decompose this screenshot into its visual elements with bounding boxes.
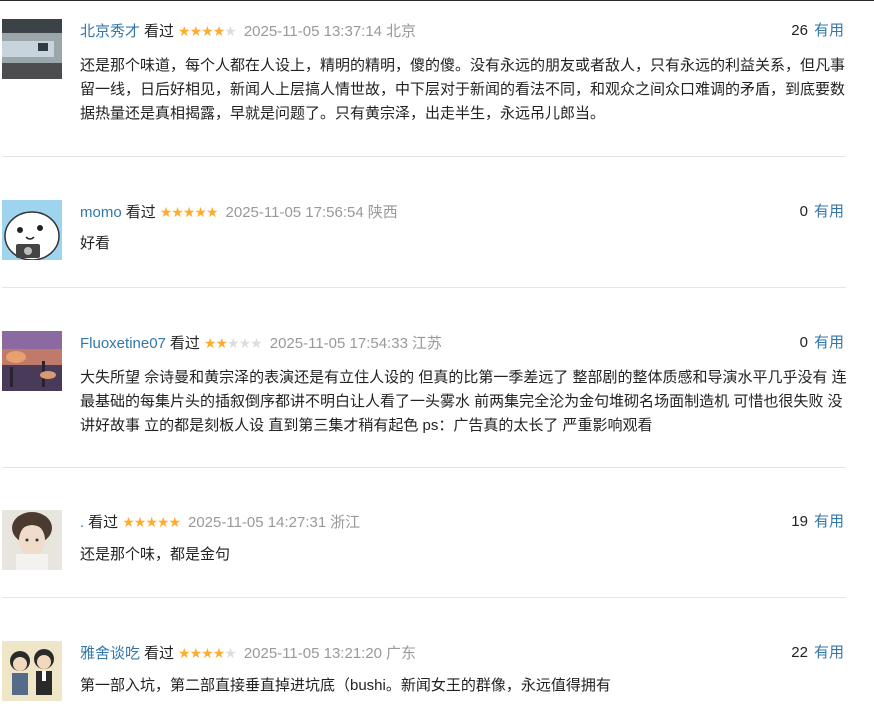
comment-time: 2025-11-05 17:56:54 bbox=[225, 204, 364, 221]
star-icon: ★ bbox=[224, 23, 237, 39]
username-link[interactable]: 雅舍谈吃 bbox=[80, 645, 140, 662]
comment-location: 江苏 bbox=[411, 335, 442, 352]
watched-status: 看过 bbox=[125, 204, 156, 221]
star-icon: ★ bbox=[178, 23, 191, 39]
star-icon: ★ bbox=[171, 204, 184, 220]
vote-area: 22 有用 bbox=[791, 642, 844, 664]
comment-text: 好看 bbox=[80, 235, 111, 252]
comment-info: 雅舍谈吃 看过 ★★★★★ 2025-11-05 13:21:20 广东 bbox=[80, 642, 416, 664]
rating-stars: ★★★★★ bbox=[203, 332, 263, 354]
useful-button[interactable]: 有用 bbox=[814, 644, 844, 661]
star-icon: ★ bbox=[224, 645, 237, 661]
comment-info: 北京秀才 看过 ★★★★★ 2025-11-05 13:37:14 北京 bbox=[80, 20, 416, 42]
star-icon: ★ bbox=[203, 335, 217, 351]
star-icon: ★ bbox=[189, 23, 203, 39]
username-link[interactable]: momo bbox=[80, 204, 122, 221]
star-icon: ★ bbox=[194, 204, 207, 220]
comment-text: 第一部入坑，第二部直接垂直掉进坑底（bushi。新闻女王的群像，永远值得拥有 bbox=[80, 677, 611, 694]
comment-time: 2025-11-05 17:54:33 bbox=[269, 335, 408, 352]
comment-text: 大失所望 佘诗曼和黄宗泽的表演还是有立住人设的 但真的比第一季差远了 整部剧的整… bbox=[80, 369, 847, 434]
watched-status: 看过 bbox=[144, 23, 175, 40]
comment-item: 北京秀才 看过 ★★★★★ 2025-11-05 13:37:14 北京 26 有用 还是… bbox=[0, 19, 846, 139]
star-icon: ★ bbox=[178, 645, 191, 661]
comment-item: 雅舍谈吃 看过 ★★★★★ 2025-11-05 13:21:20 广东 22 有用 第一… bbox=[0, 641, 846, 719]
rating-stars: ★★★★★ bbox=[178, 642, 237, 664]
divider bbox=[2, 597, 846, 598]
watched-status: 看过 bbox=[169, 335, 200, 352]
star-icon: ★ bbox=[215, 335, 228, 351]
star-icon: ★ bbox=[201, 23, 214, 39]
vote-count: 26 bbox=[791, 22, 808, 39]
watched-status: 看过 bbox=[88, 514, 119, 531]
comment-time: 2025-11-05 14:27:31 bbox=[188, 514, 327, 531]
vote-area: 0 有用 bbox=[800, 332, 844, 354]
vote-count: 22 bbox=[791, 644, 808, 661]
star-icon: ★ bbox=[205, 204, 219, 220]
rating-stars: ★★★★★ bbox=[159, 201, 219, 223]
star-icon: ★ bbox=[227, 335, 240, 351]
useful-button[interactable]: 有用 bbox=[814, 22, 844, 39]
star-icon: ★ bbox=[159, 204, 173, 220]
comment-info: . 看过 ★★★★★ 2025-11-05 14:27:31 浙江 bbox=[80, 511, 360, 533]
star-icon: ★ bbox=[156, 514, 170, 530]
comment-location: 北京 bbox=[386, 23, 417, 40]
star-icon: ★ bbox=[182, 204, 196, 220]
avatar[interactable] bbox=[2, 200, 62, 260]
comment-info: momo 看过 ★★★★★ 2025-11-05 17:56:54 陕西 bbox=[80, 201, 398, 223]
comment-text: 还是那个味道，每个人都在人设上，精明的精明，傻的傻。没有永远的朋友或者敌人，只有… bbox=[80, 57, 846, 122]
useful-button[interactable]: 有用 bbox=[814, 334, 844, 351]
vote-count: 19 bbox=[791, 513, 808, 530]
comment-text: 还是那个味，都是金句 bbox=[80, 546, 231, 563]
comment-item: . 看过 ★★★★★ 2025-11-05 14:27:31 浙江 19 有用 还是那个味… bbox=[0, 510, 846, 590]
star-icon: ★ bbox=[189, 645, 203, 661]
star-icon: ★ bbox=[212, 23, 226, 39]
comment-time: 2025-11-05 13:21:20 bbox=[243, 645, 383, 662]
comment-item: momo 看过 ★★★★★ 2025-11-05 17:56:54 陕西 0 有用 好看 bbox=[0, 200, 846, 280]
vote-area: 0 有用 bbox=[800, 201, 844, 223]
vote-count: 0 bbox=[799, 203, 808, 220]
vote-count: 0 bbox=[799, 334, 808, 351]
username-link[interactable]: 北京秀才 bbox=[80, 23, 140, 40]
rating-stars: ★★★★★ bbox=[122, 511, 181, 533]
star-icon: ★ bbox=[201, 645, 214, 661]
avatar[interactable] bbox=[2, 19, 62, 79]
divider bbox=[2, 156, 846, 157]
star-icon: ★ bbox=[122, 514, 135, 530]
comment-location: 陕西 bbox=[367, 204, 398, 221]
avatar[interactable] bbox=[2, 641, 62, 701]
vote-area: 26 有用 bbox=[791, 20, 844, 42]
watched-status: 看过 bbox=[144, 645, 175, 662]
divider bbox=[2, 287, 846, 288]
divider bbox=[2, 467, 846, 468]
star-icon: ★ bbox=[168, 514, 181, 530]
username-link[interactable]: . bbox=[80, 514, 84, 531]
star-icon: ★ bbox=[212, 645, 226, 661]
avatar[interactable] bbox=[2, 510, 62, 570]
top-border bbox=[0, 0, 874, 1]
star-icon: ★ bbox=[145, 514, 158, 530]
star-icon: ★ bbox=[238, 335, 252, 351]
star-icon: ★ bbox=[250, 335, 263, 351]
rating-stars: ★★★★★ bbox=[178, 20, 237, 42]
comment-location: 广东 bbox=[386, 645, 417, 662]
comment-item: Fluoxetine07 看过 ★★★★★ 2025-11-05 17:54:33 江苏… bbox=[0, 331, 847, 451]
avatar[interactable] bbox=[2, 331, 62, 391]
comment-time: 2025-11-05 13:37:14 bbox=[243, 23, 383, 40]
comment-location: 浙江 bbox=[330, 514, 361, 531]
username-link[interactable]: Fluoxetine07 bbox=[80, 335, 166, 352]
vote-area: 19 有用 bbox=[791, 511, 844, 533]
comment-info: Fluoxetine07 看过 ★★★★★ 2025-11-05 17:54:33 江苏 bbox=[80, 332, 442, 354]
star-icon: ★ bbox=[133, 514, 147, 530]
useful-button[interactable]: 有用 bbox=[814, 203, 844, 220]
useful-button[interactable]: 有用 bbox=[814, 513, 844, 530]
